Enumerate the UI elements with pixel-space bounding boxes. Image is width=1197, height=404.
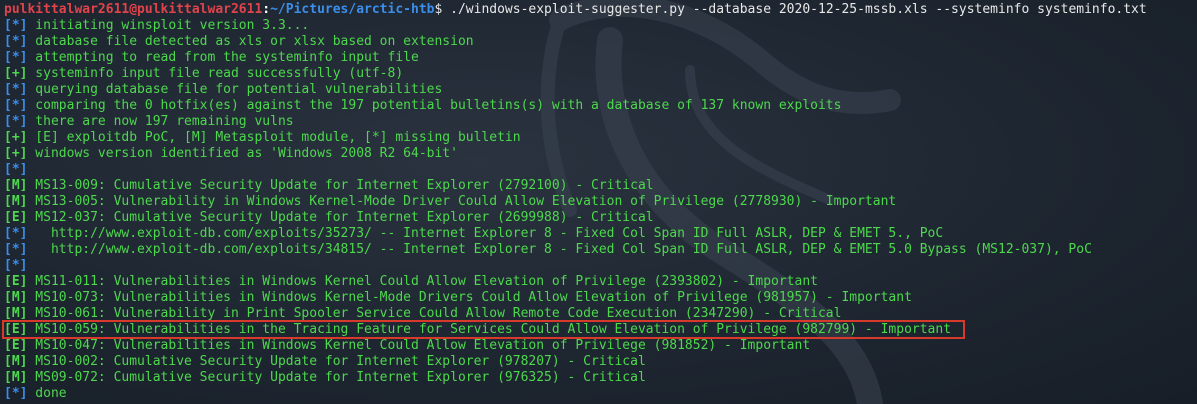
output-line: [M] MS10-061: Vulnerability in Print Spo…	[4, 306, 1197, 322]
output-line: [*]	[4, 258, 1197, 274]
output-text: MS10-059: Vulnerabilities in the Tracing…	[27, 322, 952, 337]
output-text: MS10-002: Cumulative Security Update for…	[27, 354, 646, 369]
status-tag: [M]	[4, 370, 28, 385]
status-tag: [+]	[4, 130, 28, 145]
output-line: [E] MS12-037: Cumulative Security Update…	[4, 210, 1197, 226]
output-line: [M] MS10-073: Vulnerabilities in Windows…	[4, 290, 1197, 306]
output-line: [*] initiating winsploit version 3.3...	[4, 18, 1197, 34]
output-line: [E] MS10-059: Vulnerabilities in the Tra…	[1, 320, 1197, 339]
prompt-path: ~/Pictures/arctic-htb	[270, 2, 435, 17]
output-text: MS09-072: Cumulative Security Update for…	[27, 370, 646, 385]
output-text: there are now 197 remaining vulns	[27, 114, 294, 129]
status-tag: [M]	[4, 178, 28, 193]
output-line: [+] windows version identified as 'Windo…	[4, 146, 1197, 162]
output-line: [M] MS09-072: Cumulative Security Update…	[4, 370, 1197, 386]
output-line: [*] done	[4, 386, 1197, 402]
output-line: [*] database file detected as xls or xls…	[4, 34, 1197, 50]
highlighted-vulnerability: [E] MS10-059: Vulnerabilities in the Tra…	[1, 320, 966, 339]
output-text: MS10-073: Vulnerabilities in Windows Ker…	[27, 290, 912, 305]
status-tag: [*]	[4, 242, 28, 257]
output-line: [M] MS13-005: Vulnerability in Windows K…	[4, 194, 1197, 210]
output-line: [*] querying database file for potential…	[4, 82, 1197, 98]
prompt-user-host: pulkittalwar2611@pulkittalwar2611	[4, 2, 263, 17]
output-line: [*] there are now 197 remaining vulns	[4, 114, 1197, 130]
status-tag: [*]	[4, 386, 28, 401]
output-line: [*] comparing the 0 hotfix(es) against t…	[4, 98, 1197, 114]
output-text: querying database file for potential vul…	[27, 82, 443, 97]
output-line: [*] attempting to read from the systemin…	[4, 50, 1197, 66]
status-tag: [M]	[4, 306, 28, 321]
status-tag: [*]	[4, 258, 28, 273]
output-text: MS12-037: Cumulative Security Update for…	[27, 210, 654, 225]
output-text: comparing the 0 hotfix(es) against the 1…	[27, 98, 842, 113]
output-text: MS13-005: Vulnerability in Windows Kerne…	[27, 194, 897, 209]
status-tag: [M]	[4, 194, 28, 209]
output-line: [+] systeminfo input file read successfu…	[4, 66, 1197, 82]
command-text: ./windows-exploit-suggester.py --databas…	[442, 2, 1147, 17]
output-line: [+] [E] exploitdb PoC, [M] Metasploit mo…	[4, 130, 1197, 146]
status-tag: [E]	[4, 210, 28, 225]
output-text: done	[27, 386, 67, 401]
output-text: windows version identified as 'Windows 2…	[27, 146, 458, 161]
output-line: [E] MS11-011: Vulnerabilities in Windows…	[4, 274, 1197, 290]
output-line: [*]	[4, 162, 1197, 178]
status-tag: [*]	[4, 162, 28, 177]
output-text: MS10-061: Vulnerability in Print Spooler…	[27, 306, 842, 321]
output-text: database file detected as xls or xlsx ba…	[27, 34, 474, 49]
status-tag: [*]	[4, 34, 28, 49]
output-line: [M] MS13-009: Cumulative Security Update…	[4, 178, 1197, 194]
output-text: MS11-011: Vulnerabilities in Windows Ker…	[27, 274, 818, 289]
output-text: initiating winsploit version 3.3...	[27, 18, 310, 33]
status-tag: [M]	[4, 354, 28, 369]
prompt-separator: :	[262, 2, 271, 17]
output-line: [M] MS10-002: Cumulative Security Update…	[4, 354, 1197, 370]
status-tag: [*]	[4, 226, 28, 241]
status-tag: [E]	[4, 274, 28, 289]
terminal-output: pulkittalwar2611@pulkittalwar2611:~/Pict…	[1, 2, 1197, 404]
output-text: [E] exploitdb PoC, [M] Metasploit module…	[27, 130, 521, 145]
status-tag: [*]	[4, 114, 28, 129]
terminal-window[interactable]: pulkittalwar2611@pulkittalwar2611:~/Pict…	[0, 0, 1197, 404]
status-tag: [*]	[4, 18, 28, 33]
status-tag: [*]	[4, 98, 28, 113]
output-text: systeminfo input file read successfully …	[27, 66, 404, 81]
status-tag: [E]	[4, 338, 28, 353]
prompt-line: pulkittalwar2611@pulkittalwar2611:~/Pict…	[4, 2, 1197, 18]
status-tag: [M]	[4, 290, 28, 305]
status-tag: [*]	[4, 50, 28, 65]
status-tag: [*]	[4, 82, 28, 97]
status-tag: [E]	[4, 322, 28, 337]
output-text: http://www.exploit-db.com/exploits/35273…	[27, 226, 944, 241]
output-text: http://www.exploit-db.com/exploits/34815…	[27, 242, 1092, 257]
status-tag: [+]	[4, 66, 28, 81]
output-text: attempting to read from the systeminfo i…	[27, 50, 419, 65]
output-text: MS13-009: Cumulative Security Update for…	[27, 178, 654, 193]
output-text: MS10-047: Vulnerabilities in Windows Ker…	[27, 338, 811, 353]
output-line: [*] http://www.exploit-db.com/exploits/3…	[4, 242, 1197, 258]
output-line: [E] MS10-047: Vulnerabilities in Windows…	[4, 338, 1197, 354]
output-line: [*] http://www.exploit-db.com/exploits/3…	[4, 226, 1197, 242]
status-tag: [+]	[4, 146, 28, 161]
